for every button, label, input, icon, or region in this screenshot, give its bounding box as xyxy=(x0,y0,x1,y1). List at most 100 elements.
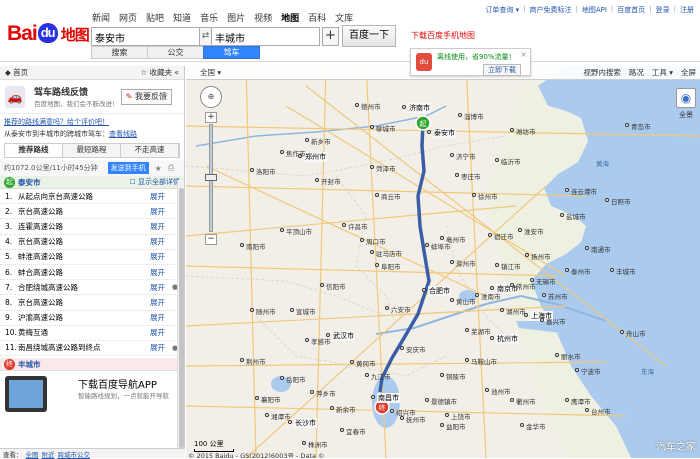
city-label[interactable]: 上饶市 xyxy=(451,411,471,421)
city-label[interactable]: 亳州市 xyxy=(446,234,466,244)
city-dot[interactable] xyxy=(465,358,469,362)
route-tab[interactable]: 不走高速 xyxy=(121,144,179,157)
city-dot[interactable] xyxy=(355,103,359,107)
city-label[interactable]: 无锡市 xyxy=(536,276,556,286)
city-label[interactable]: 德州市 xyxy=(361,101,381,111)
city-label[interactable]: 焦作市 xyxy=(286,148,306,158)
city-label[interactable]: 铜陵市 xyxy=(446,371,466,381)
city-label[interactable]: 连云港市 xyxy=(571,186,597,196)
city-label[interactable]: 鹰潭市 xyxy=(571,396,591,406)
city-dot[interactable] xyxy=(472,193,476,197)
city-label[interactable]: 襄阳市 xyxy=(261,394,281,404)
city-dot[interactable] xyxy=(518,228,522,232)
city-label[interactable]: 淄博市 xyxy=(464,111,484,121)
city-dot[interactable] xyxy=(555,353,559,357)
city-dot[interactable] xyxy=(280,150,284,154)
city-label[interactable]: 新乡市 xyxy=(311,136,331,146)
city-dot[interactable] xyxy=(250,168,254,172)
city-dot[interactable] xyxy=(565,268,569,272)
map-tool-button[interactable]: 工具 ▾ xyxy=(652,67,673,78)
city-dot[interactable] xyxy=(425,243,429,247)
city-label[interactable]: 合肥市 xyxy=(428,286,451,296)
route-tab[interactable]: 最短路程 xyxy=(63,144,121,157)
city-label[interactable]: 宜春市 xyxy=(346,426,366,436)
route-step[interactable]: 9. 沪渝高速公路 展开 xyxy=(0,311,184,326)
city-label[interactable]: 信阳市 xyxy=(326,281,346,291)
city-label[interactable]: 平顶山市 xyxy=(286,226,312,236)
city-label[interactable]: 南通市 xyxy=(591,244,611,254)
city-dot[interactable] xyxy=(370,250,374,254)
expand-link[interactable]: 展开 xyxy=(150,297,165,308)
end-name[interactable]: 丰城市 xyxy=(18,359,41,370)
city-label[interactable]: 扬州市 xyxy=(531,251,551,261)
city-label[interactable]: 孝感市 xyxy=(311,336,331,346)
view-link[interactable]: 跨城市公交 xyxy=(58,449,91,459)
city-dot[interactable] xyxy=(458,113,462,117)
city-label[interactable]: 济南市 xyxy=(408,103,431,113)
city-label[interactable]: 绍兴市 xyxy=(396,407,416,417)
favorites-link[interactable]: ☆ 收藏夹 « xyxy=(140,67,179,78)
city-label[interactable]: 马鞍山市 xyxy=(471,356,497,366)
city-label[interactable]: 宁波市 xyxy=(581,366,601,376)
zoom-in-button[interactable]: + xyxy=(205,112,217,123)
city-label[interactable]: 济宁市 xyxy=(456,151,476,161)
route-step[interactable]: 7. 合肥绕城高速公路 展开 ● xyxy=(0,280,184,296)
city-dot[interactable] xyxy=(370,125,374,129)
route-step[interactable]: 4. 京台高速公路 展开 xyxy=(0,235,184,250)
expand-link[interactable]: 展开 xyxy=(150,251,165,262)
city-label[interactable]: 商丘市 xyxy=(381,191,401,201)
region-selector[interactable]: 全国 ▾ xyxy=(200,67,221,78)
city-label[interactable]: 盐城市 xyxy=(566,211,586,221)
city-label[interactable]: 台州市 xyxy=(591,406,611,416)
city-label[interactable]: 黄冈市 xyxy=(356,358,376,368)
city-label[interactable]: 潍坊市 xyxy=(516,126,536,136)
city-dot[interactable] xyxy=(385,306,389,310)
city-label[interactable]: 衢州市 xyxy=(516,396,536,406)
city-dot[interactable] xyxy=(585,246,589,250)
route-step[interactable]: 10. 黄梅互通 展开 xyxy=(0,326,184,341)
city-dot[interactable] xyxy=(475,293,479,297)
city-label[interactable]: 临沂市 xyxy=(501,156,521,166)
top-link[interactable]: 地图API xyxy=(582,5,607,15)
city-dot[interactable] xyxy=(450,153,454,157)
city-label[interactable]: 阜阳市 xyxy=(381,261,401,271)
expand-link[interactable]: 展开 xyxy=(150,236,165,247)
panorama-control[interactable]: ◉ 全景 xyxy=(674,88,698,124)
city-label[interactable]: 金华市 xyxy=(526,421,546,431)
city-dot[interactable] xyxy=(302,441,306,445)
city-label[interactable]: 长沙市 xyxy=(294,418,317,428)
city-label[interactable]: 宿迁市 xyxy=(494,231,514,241)
city-label[interactable]: 南昌市 xyxy=(377,393,400,403)
city-label[interactable]: 苏州市 xyxy=(548,291,568,301)
city-label[interactable]: 益阳市 xyxy=(446,421,466,431)
city-dot[interactable] xyxy=(427,130,431,134)
city-dot[interactable] xyxy=(440,236,444,240)
nav-item[interactable]: 知道 xyxy=(173,11,191,24)
city-label[interactable]: 萍乡市 xyxy=(316,388,336,398)
top-link[interactable]: 订单查询 ▾ xyxy=(485,5,519,15)
city-label[interactable]: 镇江市 xyxy=(501,261,521,271)
expand-link[interactable]: 展开 xyxy=(150,221,165,232)
city-label[interactable]: 新余市 xyxy=(336,404,356,414)
nav-app-ad[interactable]: 下载百度导航APP 智能路线规划，一点就能开导航 xyxy=(0,371,184,413)
city-dot[interactable] xyxy=(440,423,444,427)
view-link[interactable]: 全图 xyxy=(26,449,39,459)
city-dot[interactable] xyxy=(585,408,589,412)
city-dot[interactable] xyxy=(375,193,379,197)
city-label[interactable]: 湖州市 xyxy=(506,306,526,316)
city-dot[interactable] xyxy=(305,338,309,342)
map-tool-button[interactable]: 全屏 xyxy=(681,67,696,78)
city-dot[interactable] xyxy=(520,423,524,427)
zoom-slider-handle[interactable] xyxy=(205,174,217,181)
city-label[interactable]: 黄山市 xyxy=(456,296,476,306)
city-dot[interactable] xyxy=(495,263,499,267)
expand-link[interactable]: 展开 xyxy=(150,312,165,323)
city-dot[interactable] xyxy=(310,390,314,394)
top-link[interactable]: 登录 xyxy=(656,5,670,15)
city-label[interactable]: 六安市 xyxy=(391,304,411,314)
top-link[interactable]: 商户免费标注 xyxy=(529,5,571,15)
city-dot[interactable] xyxy=(350,360,354,364)
city-dot[interactable] xyxy=(625,123,629,127)
end-input[interactable]: 丰城市 xyxy=(212,26,320,46)
city-dot[interactable] xyxy=(485,388,489,392)
